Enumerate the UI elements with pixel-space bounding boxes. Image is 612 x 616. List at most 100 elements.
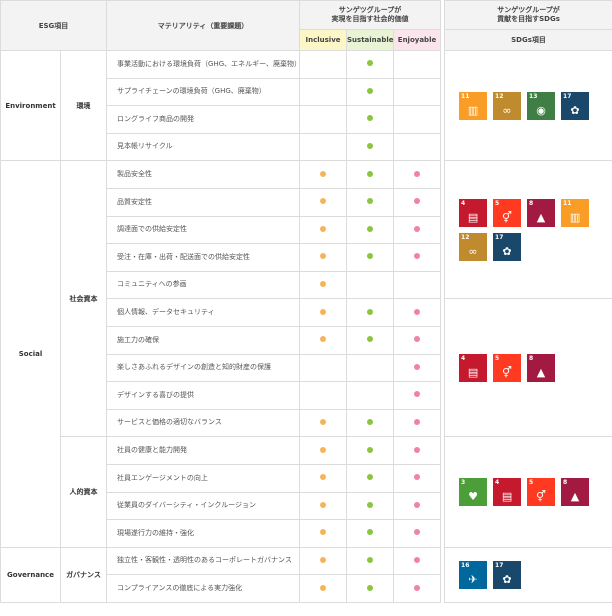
- inclusive-cell: [299, 436, 348, 465]
- enjoyable-cell: [393, 491, 442, 521]
- enjoyable-dot: [414, 446, 421, 453]
- sdg-number: 4: [461, 354, 466, 362]
- sdgs-item-header: SDGs項目: [444, 29, 612, 51]
- flower-icon-symbol: ✿: [502, 244, 512, 258]
- sdg-number: 5: [529, 479, 534, 486]
- sustainable-cell: [346, 491, 395, 521]
- sdg-number: 17: [495, 561, 504, 569]
- enjoyable-dot: [414, 198, 421, 205]
- sdg-number: 12: [461, 233, 470, 241]
- growth-chart-icon: 8 ▲: [561, 478, 590, 506]
- inclusive-cell: [299, 50, 348, 79]
- growth-chart-icon: 8 ▲: [527, 198, 556, 227]
- inclusive-cell: [299, 546, 348, 576]
- sdg-icon-group: 3 ♥ 4 ▤ 5 ⚥ 8 ▲: [444, 436, 612, 548]
- materiality-item: 見本帳リサイクル: [106, 132, 301, 162]
- sdg-number: 3: [461, 479, 466, 486]
- sustainable-dot: [367, 225, 374, 232]
- inclusive-dot: [320, 501, 327, 508]
- inclusive-dot: [320, 253, 327, 260]
- sustainable-cell: [346, 160, 395, 189]
- inclusive-dot: [320, 225, 327, 232]
- category-social: Social: [0, 160, 61, 548]
- inclusive-cell: [299, 381, 348, 410]
- materiality-item: 現場遂行力の維持・強化: [106, 519, 301, 548]
- sustainable-dot: [367, 143, 374, 150]
- enjoyable-cell: [393, 298, 442, 327]
- gender-icon-symbol: ⚥: [536, 490, 546, 503]
- enjoyable-cell: [393, 77, 442, 107]
- book-icon-symbol: ▤: [467, 210, 479, 224]
- materiality-item: 楽しさあふれるデザインの創造と知的財産の保護: [106, 353, 301, 383]
- inclusive-dot: [320, 419, 327, 426]
- growth-chart-icon-symbol: ▲: [536, 365, 546, 379]
- book-icon: 4 ▤: [459, 198, 488, 227]
- subcategory-human-capital: 人的資本: [59, 436, 108, 548]
- inclusive-dot: [320, 584, 327, 591]
- flower-icon: 17 ✿: [561, 91, 590, 120]
- materiality-item: 品質安定性: [106, 187, 301, 217]
- sdg-icon-group: 16 ✈ 17 ✿: [444, 546, 612, 603]
- sustainable-dot: [367, 253, 374, 260]
- inclusive-cell: [299, 77, 348, 107]
- infinity-icon-symbol: ∞: [468, 244, 478, 258]
- growth-chart-icon-symbol: ▲: [570, 490, 580, 503]
- inclusive-dot: [320, 170, 327, 177]
- enjoyable-dot: [414, 391, 421, 398]
- sdg-number: 5: [495, 199, 500, 207]
- enjoyable-header: Enjoyable: [393, 29, 442, 51]
- sdg-number: 4: [495, 479, 500, 486]
- enjoyable-dot: [414, 584, 421, 591]
- inclusive-cell: [299, 298, 348, 327]
- category-governance: Governance: [0, 546, 61, 603]
- enjoyable-cell: [393, 381, 442, 410]
- gender-icon-symbol: ⚥: [502, 210, 512, 224]
- inclusive-cell: [299, 160, 348, 189]
- esg-header: ESG項目: [0, 0, 108, 51]
- inclusive-header: Inclusive: [299, 29, 348, 51]
- sustainable-cell: [346, 105, 395, 134]
- sustainable-cell: [346, 215, 395, 245]
- materiality-item: サービスと価格の適切なバランス: [106, 408, 301, 438]
- sustainable-cell: [346, 546, 395, 576]
- table-row: Social 社会資本 製品安全性 4 ▤ 5 ⚥ 8 ▲ 11 ▥ 12 ∞ 17 ✿: [0, 160, 612, 548]
- inclusive-cell: [299, 463, 348, 493]
- materiality-item: 個人情報、データセキュリティ: [106, 298, 301, 327]
- inclusive-dot: [320, 556, 327, 563]
- sustainable-dot: [367, 115, 374, 122]
- enjoyable-dot: [414, 170, 421, 177]
- sustainable-cell: [346, 574, 395, 603]
- infinity-icon: 12 ∞: [493, 91, 522, 120]
- inclusive-cell: [299, 270, 348, 300]
- enjoyable-cell: [393, 270, 442, 300]
- enjoyable-cell: [393, 519, 442, 548]
- enjoyable-cell: [393, 50, 442, 79]
- sdg-number: 17: [495, 233, 504, 241]
- inclusive-dot: [320, 336, 327, 343]
- sustainable-cell: [346, 50, 395, 79]
- inclusive-dot: [320, 529, 327, 536]
- dove-icon: 16 ✈: [459, 560, 488, 589]
- enjoyable-dot: [414, 308, 421, 315]
- gender-icon-symbol: ⚥: [502, 365, 512, 379]
- sdg-number: 17: [563, 92, 572, 100]
- sdg-number: 5: [495, 354, 500, 362]
- growth-chart-icon-symbol: ▲: [536, 210, 546, 224]
- inclusive-dot: [320, 446, 327, 453]
- sustainable-cell: [346, 270, 395, 300]
- enjoyable-cell: [393, 105, 442, 134]
- sustainable-dot: [367, 446, 374, 453]
- sustainable-dot: [367, 556, 374, 563]
- enjoyable-cell: [393, 243, 442, 272]
- sustainable-dot: [367, 336, 374, 343]
- growth-chart-icon: 8 ▲: [527, 353, 556, 382]
- enjoyable-dot: [414, 474, 421, 481]
- inclusive-cell: [299, 408, 348, 438]
- materiality-item: ロングライフ商品の開発: [106, 105, 301, 134]
- gender-icon: 5 ⚥: [527, 478, 556, 506]
- sdg-number: 12: [495, 92, 504, 100]
- city-icon: 11 ▥: [561, 198, 590, 227]
- sustainable-cell: [346, 436, 395, 465]
- gender-icon: 5 ⚥: [493, 353, 522, 382]
- sdg-icons: 3 ♥ 4 ▤ 5 ⚥ 8 ▲: [459, 478, 599, 506]
